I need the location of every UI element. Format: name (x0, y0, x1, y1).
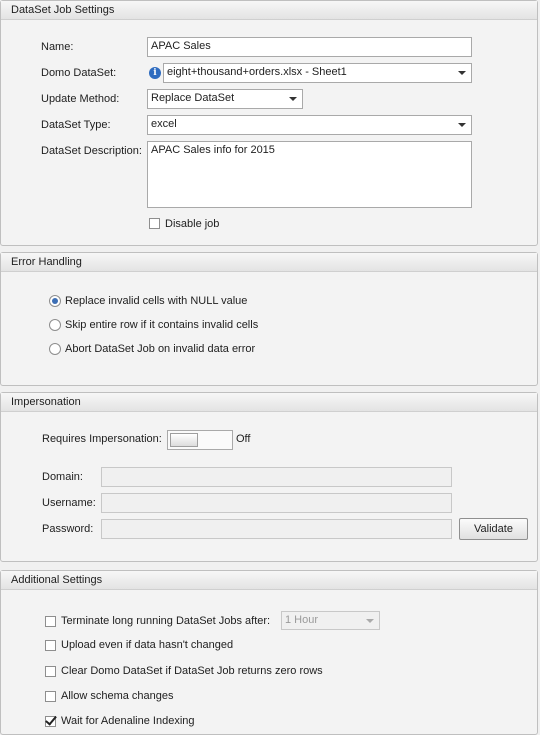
radio-abort-job[interactable] (49, 343, 61, 355)
toggle-knob[interactable] (170, 433, 198, 447)
chevron-down-icon (458, 71, 466, 75)
dataset-description-label: DataSet Description: (41, 145, 142, 157)
update-method-label: Update Method: (41, 93, 120, 105)
radio-skip-row-label[interactable]: Skip entire row if it contains invalid c… (65, 319, 258, 331)
requires-impersonation-label: Requires Impersonation: (42, 433, 162, 445)
username-input[interactable] (101, 493, 452, 513)
dataset-description-textarea[interactable]: APAC Sales info for 2015 (147, 141, 472, 208)
radio-selected-dot (52, 298, 58, 304)
username-label: Username: (42, 497, 96, 509)
clear-dataset-label[interactable]: Clear Domo DataSet if DataSet Job return… (61, 665, 323, 677)
dataset-type-value: excel (151, 118, 177, 130)
radio-skip-row[interactable] (49, 319, 61, 331)
allow-schema-checkbox[interactable] (45, 691, 56, 702)
wait-indexing-checkbox[interactable] (45, 713, 57, 727)
additional-settings-panel: Additional Settings Terminate long runni… (0, 570, 538, 735)
password-input[interactable] (101, 519, 452, 539)
impersonation-toggle-state: Off (236, 433, 251, 445)
additional-settings-header: Additional Settings (1, 571, 537, 590)
dataset-job-settings-panel: DataSet Job Settings Name: APAC Sales Do… (0, 0, 538, 246)
terminate-duration-select[interactable]: 1 Hour (281, 611, 380, 630)
domo-dataset-value: eight+thousand+orders.xlsx - Sheet1 (167, 66, 347, 78)
clear-dataset-checkbox[interactable] (45, 666, 56, 677)
error-handling-panel: Error Handling Replace invalid cells wit… (0, 252, 538, 386)
update-method-value: Replace DataSet (151, 92, 235, 104)
terminate-label[interactable]: Terminate long running DataSet Jobs afte… (61, 615, 270, 627)
upload-unchanged-checkbox[interactable] (45, 640, 56, 651)
terminate-checkbox[interactable] (45, 616, 56, 627)
domain-input[interactable] (101, 467, 452, 487)
radio-replace-null-label[interactable]: Replace invalid cells with NULL value (65, 295, 247, 307)
impersonation-toggle[interactable] (167, 430, 233, 450)
domo-dataset-label: Domo DataSet: (41, 67, 117, 79)
password-label: Password: (42, 523, 94, 535)
upload-unchanged-label[interactable]: Upload even if data hasn't changed (61, 639, 233, 651)
impersonation-header: Impersonation (1, 393, 537, 412)
disable-job-label[interactable]: Disable job (165, 218, 219, 230)
update-method-select[interactable]: Replace DataSet (147, 89, 303, 109)
dataset-type-select[interactable]: excel (147, 115, 472, 135)
dataset-type-label: DataSet Type: (41, 119, 111, 131)
name-input[interactable]: APAC Sales (147, 37, 472, 57)
error-handling-header: Error Handling (1, 253, 537, 272)
impersonation-panel: Impersonation Requires Impersonation: Of… (0, 392, 538, 562)
disable-job-checkbox[interactable] (149, 218, 160, 229)
radio-abort-job-label[interactable]: Abort DataSet Job on invalid data error (65, 343, 255, 355)
chevron-down-icon (458, 123, 466, 127)
radio-replace-null[interactable] (49, 295, 61, 307)
dataset-job-settings-header: DataSet Job Settings (1, 1, 537, 20)
terminate-duration-value: 1 Hour (285, 614, 319, 626)
info-icon[interactable]: i (149, 67, 161, 79)
name-label: Name: (41, 41, 74, 53)
domo-dataset-select[interactable]: eight+thousand+orders.xlsx - Sheet1 (163, 63, 472, 83)
validate-button[interactable]: Validate (459, 518, 528, 540)
wait-indexing-label[interactable]: Wait for Adenaline Indexing (61, 715, 195, 727)
chevron-down-icon (366, 619, 374, 623)
chevron-down-icon (289, 97, 297, 101)
checkmark-icon (45, 713, 57, 726)
domain-label: Domain: (42, 471, 83, 483)
allow-schema-label[interactable]: Allow schema changes (61, 690, 174, 702)
